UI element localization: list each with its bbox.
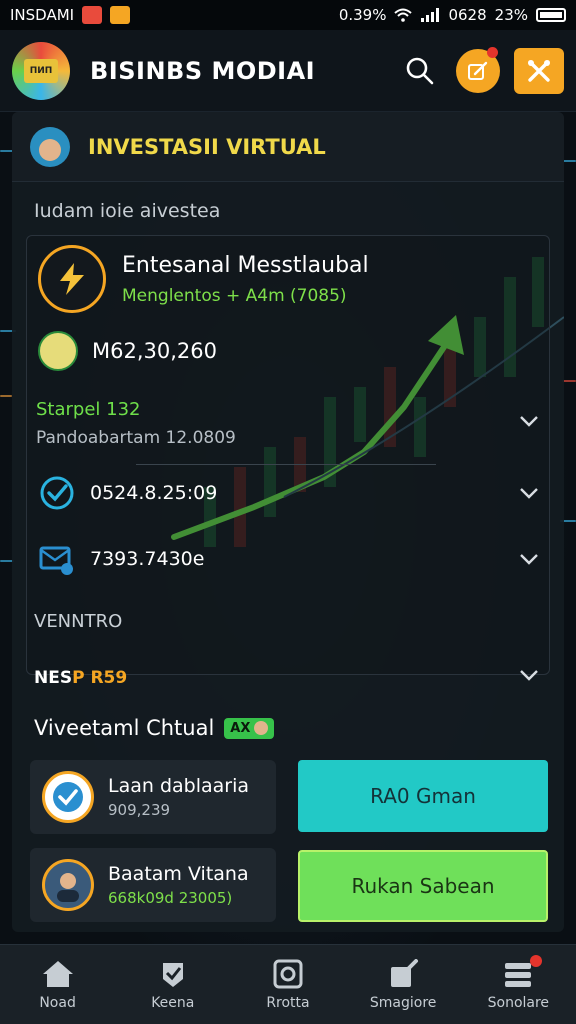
card-name: Baatam Vitana [108,863,249,885]
primary-action-button[interactable]: RA0 Gman [298,760,548,832]
list-item[interactable]: 0524.8.25:09 [38,474,217,512]
virtual-card-1[interactable]: Laan dablaaria 909,239 [30,760,276,834]
divider [136,464,436,465]
balance-row: M62,30,260 [38,331,217,371]
nav-label: Smagiore [369,994,437,1011]
status-bar: INSDAMI 0.39% 0628 23% [0,0,576,30]
app-header: ПИΠ BISINBS MODIAI [0,30,576,112]
wifi-icon [394,8,413,22]
app-logo[interactable]: ПИΠ [12,41,70,100]
status-gray: Pandoabartam 12.0809 [36,428,236,448]
nav-badge [530,954,543,967]
badge-icon [162,962,183,987]
notification-badge [487,46,498,58]
virtual-card-2[interactable]: Baatam Vitana 668k09d 23005) [30,848,276,922]
signal-icon [421,8,440,22]
nav-label: Rrotta [266,994,310,1011]
nav-label: Noad [39,994,76,1011]
virtual-title: Viveetaml Chtual [34,716,215,740]
card-value: 909,239 [108,801,171,819]
chevron-down-icon[interactable] [518,664,540,686]
verified-icon [42,771,94,823]
panel-subtitle: Iudam ioie aivestea [34,200,221,222]
search-button[interactable] [398,49,442,93]
app-title: BISINBS MODIAI [90,56,316,85]
nes-label: NESP R59 [34,668,127,688]
battery-percent: 23% [494,6,528,24]
row-value: 0524.8.25:09 [90,482,218,504]
card-value: 668k09d 23005) [108,889,233,907]
nes-label-white: NES [34,668,73,688]
bolt-icon [60,263,84,295]
nav-keena[interactable]: Keena [123,959,223,1011]
secondary-action-button[interactable]: Rukan Sabean [298,850,548,922]
search-icon [406,57,434,84]
investment-panel: INVESTASII VIRTUAL Iudam ioie aivestea E… [12,112,564,932]
feature-subtitle: Menglentos + A4m (7085) [122,285,347,306]
chevron-down-icon[interactable] [518,410,540,432]
card-name: Laan dablaaria [108,775,250,797]
notify-button[interactable] [456,46,500,93]
chevron-down-icon[interactable] [518,482,540,504]
check-circle-icon [40,476,74,510]
feature-row[interactable]: Entesanal Messtlaubal Menglentos + A4m (… [38,245,369,313]
logo-text: ПИΠ [24,58,58,83]
chevron-down-icon[interactable] [518,548,540,570]
nav-smagiore[interactable]: Smagiore [353,958,453,1011]
nes-label-orange: P R59 [72,668,128,688]
tag-avatar-icon [254,721,269,735]
nav-home[interactable]: Noad [8,959,108,1011]
data-usage: 0.39% [338,6,387,24]
balance-value: M62,30,260 [92,339,217,363]
avatar[interactable] [30,126,70,167]
feature-title: Entesanal Messtlaubal [122,252,369,278]
coin-icon [38,245,106,313]
avatar [42,859,94,911]
nav-sonolare[interactable]: Sonolare [468,954,568,1011]
home-icon [42,960,73,987]
camera-icon [273,959,303,988]
nav-rrotta[interactable]: Rrotta [238,959,338,1011]
tools-button[interactable] [514,47,564,94]
edit-doc-icon [391,958,419,987]
avatar-face [39,138,61,161]
camera-icon [110,6,131,24]
panel-title: INVESTASII VIRTUAL [88,134,326,159]
carrier-text: INSDAMI [10,6,75,24]
vendor-label: VENNTRO [34,611,123,632]
bottom-nav: Noad Keena Rrotta Smagiore Sonolare [0,944,576,1024]
virtual-section-title: Viveetaml Chtual AX [34,716,275,740]
edit-icon [468,61,488,80]
virtual-tag: AX [224,717,275,739]
battery-icon [536,8,566,22]
nav-label: Sonolare [487,994,550,1011]
status-green: Starpel 132 [36,399,141,420]
tools-icon [528,59,550,82]
panel-header: INVESTASII VIRTUAL [12,112,564,182]
notification-icon [82,6,103,24]
tag-text: AX [230,720,251,736]
row-value: 7393.7430e [90,548,205,570]
nav-label: Keena [151,994,195,1011]
wallet-icon [38,331,78,371]
clock: 0628 [448,6,487,24]
mail-icon [39,546,73,575]
list-item[interactable]: 7393.7430e [38,540,204,578]
